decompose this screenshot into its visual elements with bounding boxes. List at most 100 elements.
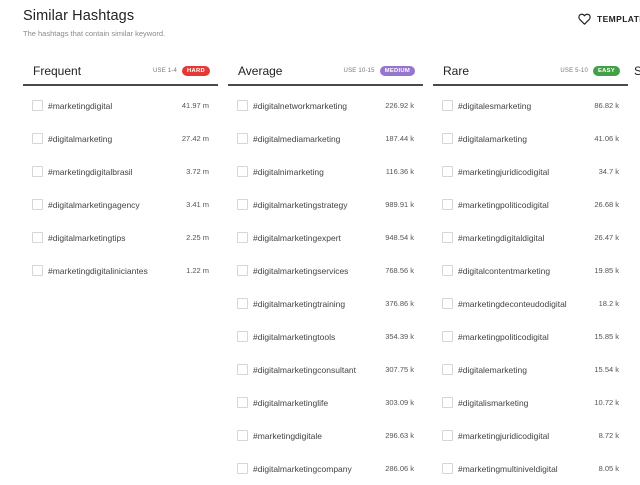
column-title: Rare — [443, 63, 470, 78]
hashtag-label: #digitalmarketingtraining — [253, 298, 346, 309]
hashtag-checkbox[interactable] — [32, 199, 43, 210]
post-count: 26.47 k — [594, 233, 619, 242]
hashtag-row[interactable]: #marketingdigitaldigital 26.47 k — [433, 221, 628, 254]
hashtag-row[interactable]: #marketingpoliticodigital 26.68 k — [433, 188, 628, 221]
hashtag-checkbox[interactable] — [442, 199, 453, 210]
hashtag-row[interactable]: #digitalamarketing 41.06 k — [433, 122, 628, 155]
hashtag-row[interactable]: #digitalmarketingexpert 948.54 k — [228, 221, 423, 254]
hashtag-label: #digitalismarketing — [458, 397, 529, 408]
hashtag-checkbox[interactable] — [442, 100, 453, 111]
column-header: Rare USE 5-10 EASY — [433, 57, 628, 86]
hashtag-checkbox[interactable] — [237, 232, 248, 243]
hashtag-label: #digitalmarketingexpert — [253, 232, 341, 243]
post-count: 1.22 m — [186, 266, 209, 275]
hashtag-checkbox[interactable] — [237, 199, 248, 210]
post-count: 41.97 m — [181, 101, 209, 110]
hashtag-label: #marketingmultiniveldigital — [458, 463, 558, 474]
hashtag-checkbox[interactable] — [237, 133, 248, 144]
hashtag-checkbox[interactable] — [237, 463, 248, 474]
templates-button[interactable]: TEMPLATES — [578, 13, 640, 25]
hashtag-row[interactable]: #digitalesmarketing 86.82 k — [433, 89, 628, 122]
hashtag-row[interactable]: #digitalmarketingcompany 286.06 k — [228, 452, 423, 485]
hashtag-label: #digitalnetworkmarketing — [253, 100, 348, 111]
hashtag-row[interactable]: #digitalismarketing 10.72 k — [433, 386, 628, 419]
post-count: 226.92 k — [385, 101, 414, 110]
hashtag-checkbox[interactable] — [442, 331, 453, 342]
hashtag-checkbox[interactable] — [442, 166, 453, 177]
hashtag-checkbox[interactable] — [237, 265, 248, 276]
post-count: 19.85 k — [594, 266, 619, 275]
hashtag-row[interactable]: #marketingjuridicodigital 34.7 k — [433, 155, 628, 188]
hashtag-row[interactable]: #marketingdeconteudodigital 18.2 k — [433, 287, 628, 320]
hashtag-label: #digitalmarketingconsultant — [253, 364, 357, 375]
post-count: 15.54 k — [594, 365, 619, 374]
column-title: Frequent — [33, 63, 82, 78]
hashtag-checkbox[interactable] — [442, 298, 453, 309]
hashtag-checkbox[interactable] — [237, 100, 248, 111]
hashtag-row[interactable]: #marketingpoliticodigital 15.85 k — [433, 320, 628, 353]
hashtag-label: #marketingjuridicodigital — [458, 430, 550, 441]
hashtag-checkbox[interactable] — [32, 100, 43, 111]
hashtag-checkbox[interactable] — [32, 232, 43, 243]
hashtag-row[interactable]: #digitalmarketingconsultant 307.75 k — [228, 353, 423, 386]
hashtag-checkbox[interactable] — [237, 331, 248, 342]
hashtag-row[interactable]: #digitalmarketing 27.42 m — [23, 122, 218, 155]
post-count: 3.72 m — [186, 167, 209, 176]
hashtag-checkbox[interactable] — [32, 133, 43, 144]
column-rare: Rare USE 5-10 EASY #digitalesmarketing 86.82… — [433, 57, 628, 485]
post-count: 948.54 k — [385, 233, 414, 242]
hashtag-label: #marketingpoliticodigital — [458, 199, 549, 210]
hashtag-row[interactable]: #digitalnimarketing 116.36 k — [228, 155, 423, 188]
hashtag-row[interactable]: #digitalnetworkmarketing 226.92 k — [228, 89, 423, 122]
hashtag-checkbox[interactable] — [442, 364, 453, 375]
column-meta: USE 1-4 HARD — [153, 65, 210, 76]
post-count: 10.72 k — [594, 398, 619, 407]
hashtag-row[interactable]: #marketingjuridicodigital 8.72 k — [433, 419, 628, 452]
hashtag-row[interactable]: #digitalmarketingservices 768.56 k — [228, 254, 423, 287]
hashtag-row[interactable]: #marketingmultiniveldigital 8.05 k — [433, 452, 628, 485]
hashtag-checkbox[interactable] — [32, 166, 43, 177]
hashtag-checkbox[interactable] — [237, 364, 248, 375]
hashtag-row[interactable]: #digitalmarketingtraining 376.86 k — [228, 287, 423, 320]
post-count: 8.05 k — [598, 464, 619, 473]
hashtag-label: #digitalamarketing — [458, 133, 527, 144]
hashtag-row[interactable]: #digitalmarketingtools 354.39 k — [228, 320, 423, 353]
hashtag-row[interactable]: #digitalmarketinglife 303.09 k — [228, 386, 423, 419]
hashtag-row[interactable]: #digitalmarketingagency 3.41 m — [23, 188, 218, 221]
post-count: 307.75 k — [385, 365, 414, 374]
hashtag-checkbox[interactable] — [442, 463, 453, 474]
hashtag-checkbox[interactable] — [237, 298, 248, 309]
column-header: Average USE 10-15 MEDIUM — [228, 57, 423, 86]
hashtag-row[interactable]: #marketingdigitalbrasil 3.72 m — [23, 155, 218, 188]
hashtag-row[interactable]: #marketingdigitale 296.63 k — [228, 419, 423, 452]
column-frequent: Frequent USE 1-4 HARD #marketingdigital 41.9… — [23, 57, 218, 287]
hashtag-checkbox[interactable] — [237, 430, 248, 441]
hashtag-label: #marketingpoliticodigital — [458, 331, 549, 342]
hashtag-label: #marketingdigitaliniciantes — [48, 265, 148, 276]
next-column-peek: S — [634, 64, 640, 78]
hashtag-list: #digitalnetworkmarketing 226.92 k #digital… — [228, 86, 423, 485]
post-count: 8.72 k — [598, 431, 619, 440]
hashtag-label: #marketingdigitaldigital — [458, 232, 545, 243]
difficulty-badge: HARD — [182, 65, 210, 76]
hashtag-checkbox[interactable] — [237, 166, 248, 177]
templates-label: TEMPLATES — [597, 14, 640, 24]
hashtag-row[interactable]: #digitalemarketing 15.54 k — [433, 353, 628, 386]
hashtag-checkbox[interactable] — [442, 232, 453, 243]
hashtag-row[interactable]: #digitalcontentmarketing 19.85 k — [433, 254, 628, 287]
post-count: 41.06 k — [594, 134, 619, 143]
hashtag-row[interactable]: #digitalmarketingstrategy 989.91 k — [228, 188, 423, 221]
hashtag-row[interactable]: #digitalmediamarketing 187.44 k — [228, 122, 423, 155]
post-count: 296.63 k — [385, 431, 414, 440]
hashtag-label: #digitalmarketingagency — [48, 199, 140, 210]
hashtag-checkbox[interactable] — [442, 430, 453, 441]
hashtag-row[interactable]: #marketingdigitaliniciantes 1.22 m — [23, 254, 218, 287]
post-count: 768.56 k — [385, 266, 414, 275]
hashtag-checkbox[interactable] — [32, 265, 43, 276]
hashtag-row[interactable]: #marketingdigital 41.97 m — [23, 89, 218, 122]
hashtag-checkbox[interactable] — [442, 133, 453, 144]
hashtag-checkbox[interactable] — [442, 265, 453, 276]
hashtag-checkbox[interactable] — [237, 397, 248, 408]
hashtag-checkbox[interactable] — [442, 397, 453, 408]
hashtag-row[interactable]: #digitalmarketingtips 2.25 m — [23, 221, 218, 254]
